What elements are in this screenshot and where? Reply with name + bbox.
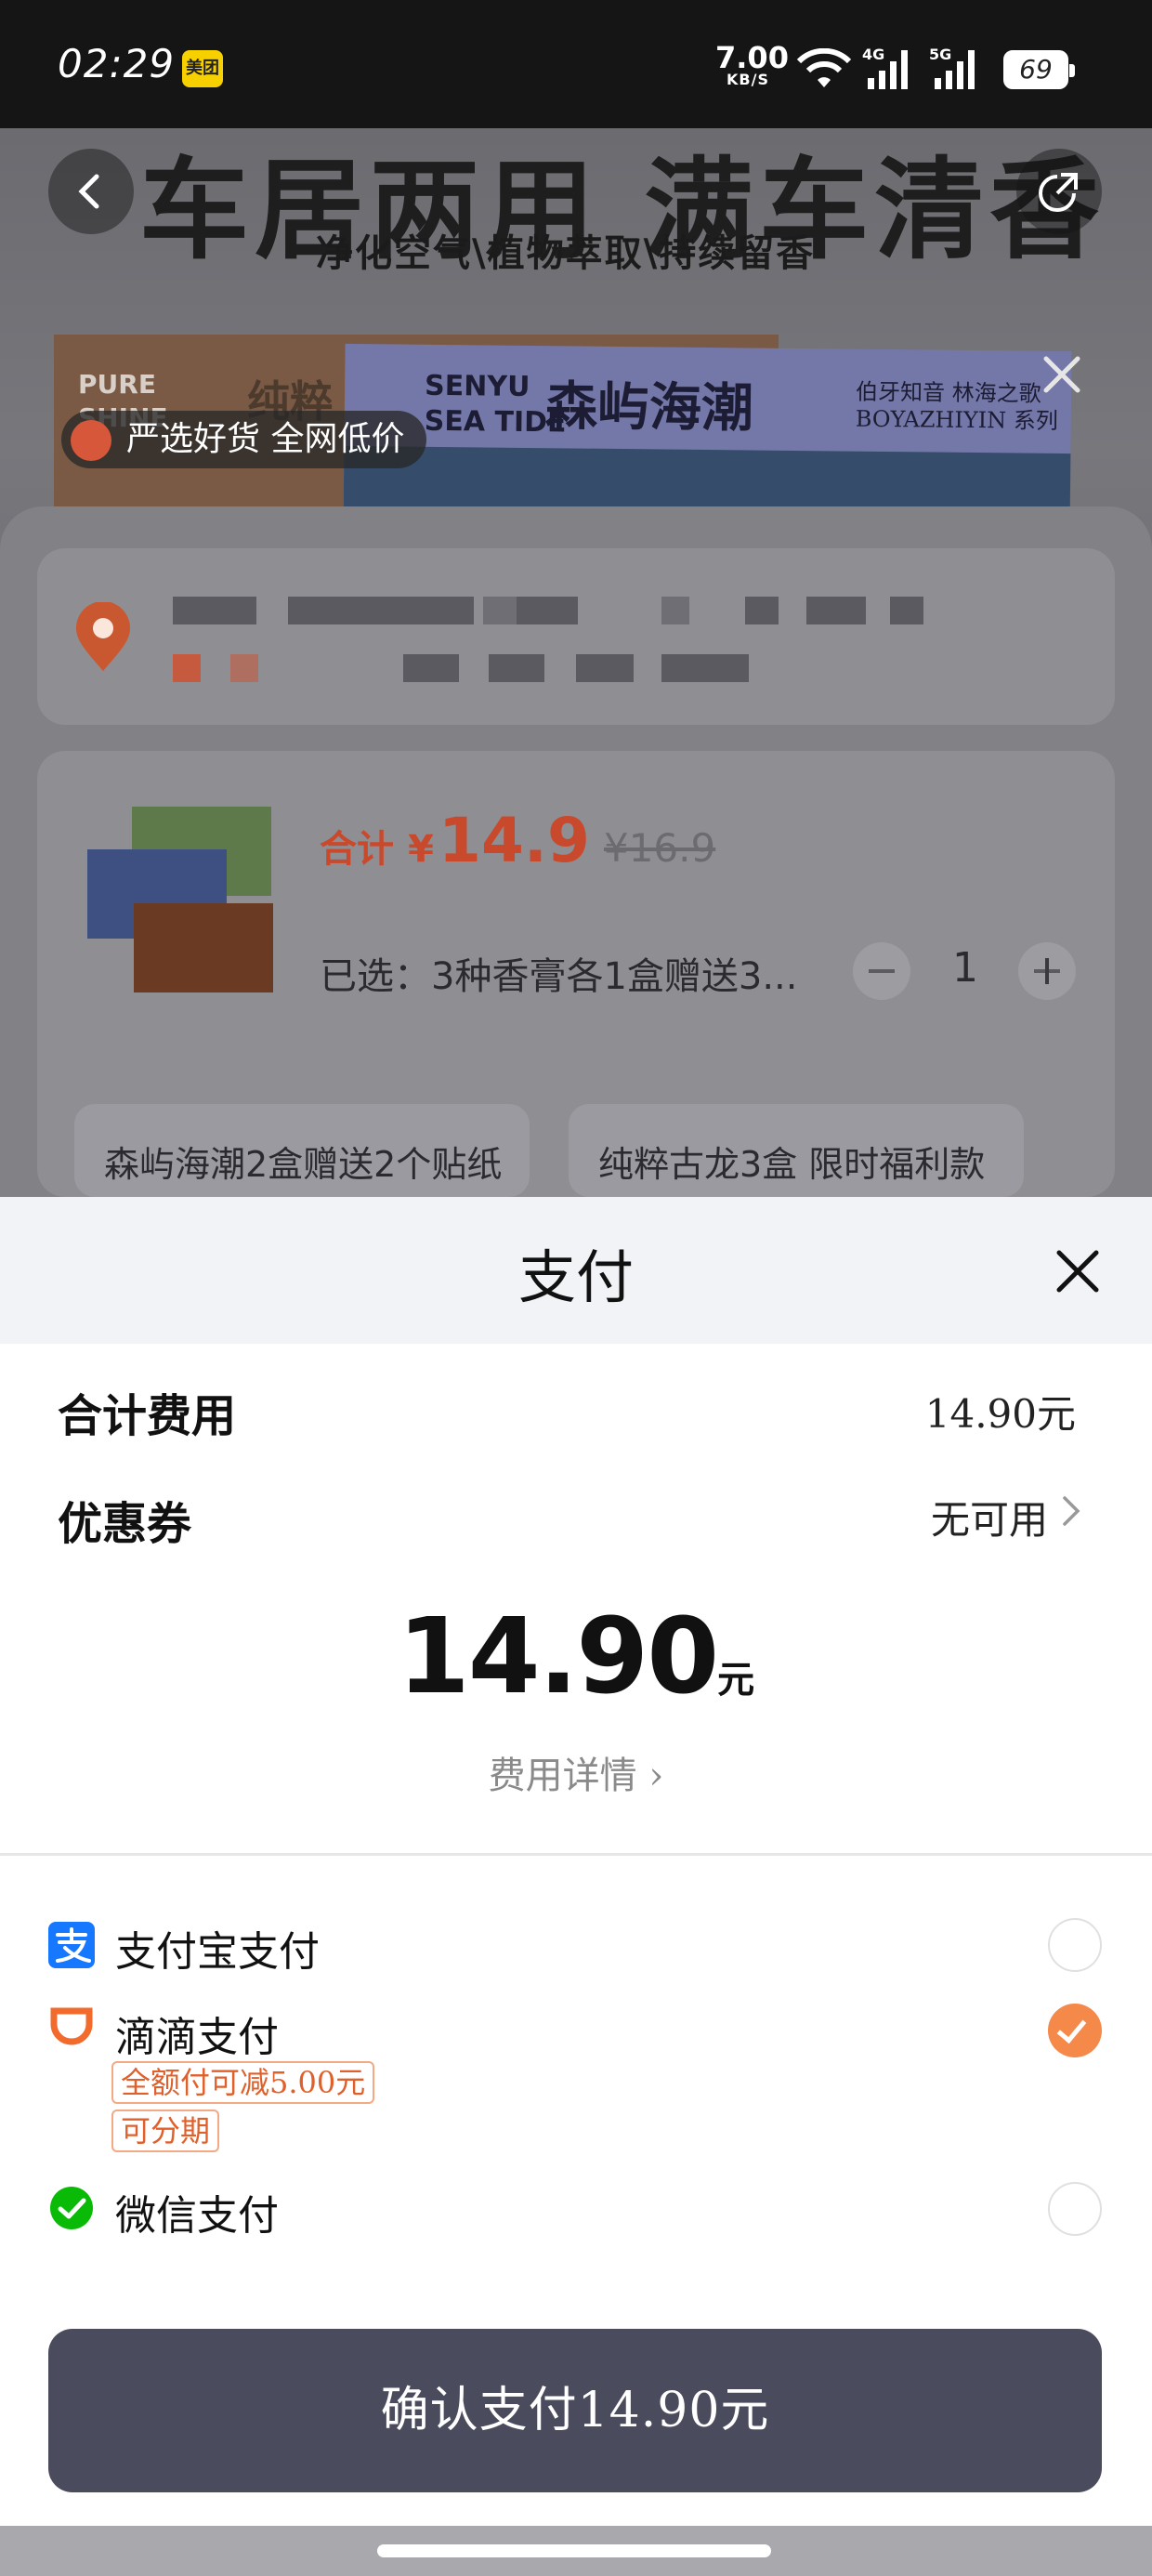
price-value: 14.9 (439, 805, 590, 876)
payment-title: 支付 (517, 1243, 634, 1311)
signal-5g-icon: 5G (929, 46, 975, 89)
address-redacted (661, 654, 749, 682)
battery-indicator: 69 (1003, 50, 1075, 89)
banner-subline: 净化空气\植物萃取\持续留香 (316, 231, 816, 275)
address-redacted (517, 597, 578, 624)
location-pin-icon (76, 602, 130, 671)
didi-icon (50, 2007, 93, 2045)
payment-amount-unit: 元 (717, 1658, 755, 1702)
total-fee-value: 14.90元 (924, 1391, 1076, 1437)
address-redacted (890, 597, 923, 624)
signal-5g-label: 5G (929, 46, 951, 63)
payment-sheet: 支付 合计费用 14.90元 优惠券 无可用 14.90元 费用详情 › 支付宝… (0, 1197, 1152, 2526)
alipay-icon (48, 1922, 95, 1968)
payment-header: 支付 (0, 1197, 1152, 1344)
gesture-bar (0, 2526, 1152, 2576)
quantity-decrease-button[interactable] (853, 942, 910, 1000)
address-redacted (576, 654, 634, 682)
price-currency: ¥ (408, 828, 434, 871)
address-redacted (661, 597, 689, 624)
promo-badge: 严选好货 全网低价 (61, 411, 427, 468)
share-icon (1039, 173, 1078, 212)
address-redacted (288, 597, 474, 624)
chevron-right-icon (1063, 1496, 1080, 1526)
meituan-app-icon: 美团 (182, 50, 223, 87)
original-price: ¥16.9 (603, 825, 716, 871)
didi-label[interactable]: 滴滴支付 (115, 2004, 279, 2063)
address-redacted (745, 597, 779, 624)
confirm-payment-button[interactable]: 确认支付14.90元 (48, 2329, 1102, 2492)
shield-check-icon (71, 420, 111, 461)
coupon-label: 优惠券 (58, 1498, 192, 1550)
network-speed-value: 7.00 (715, 40, 789, 75)
total-fee-label: 合计费用 (58, 1390, 237, 1442)
status-bar: 02:29 美团 7.00 KB/S 4G 5G 69 (0, 0, 1152, 128)
promo-text: 严选好货 全网低价 (126, 420, 405, 458)
wechat-radio[interactable] (1048, 2182, 1102, 2236)
payment-amount-value: 14.90 (397, 1597, 719, 1717)
close-icon[interactable] (1039, 351, 1085, 398)
quantity-increase-button[interactable] (1018, 942, 1076, 1000)
close-icon[interactable] (1052, 1245, 1104, 1297)
signal-4g-icon: 4G (862, 46, 908, 89)
product-thumbnail-box (134, 903, 273, 992)
product-box-senyu-cn: 森屿海潮 (544, 375, 754, 440)
network-speed: 7.00 KB/S (715, 40, 789, 87)
divider (0, 1853, 1152, 1856)
share-button[interactable] (1016, 149, 1102, 234)
address-redacted (806, 597, 866, 624)
address-redacted (173, 654, 201, 682)
back-button[interactable] (48, 149, 134, 234)
selected-variant[interactable]: 已选：3种香膏各1盒赠送3... (320, 946, 798, 1000)
home-indicator[interactable] (377, 2544, 771, 2557)
signal-4g-label: 4G (862, 46, 884, 63)
wifi-icon (796, 48, 852, 87)
product-box-brand: 伯牙知音 林海之歌 BOYAZHIYIN 系列 (855, 378, 1059, 434)
alipay-radio[interactable] (1048, 1918, 1102, 1972)
variant-option[interactable]: 纯粹古龙3盒 限时福利款 (569, 1104, 1024, 1197)
chevron-left-icon (78, 174, 99, 209)
status-time: 02:29 (58, 41, 176, 86)
address-redacted (403, 654, 459, 682)
address-redacted (173, 597, 256, 624)
fee-detail-link[interactable]: 费用详情 › (0, 1745, 1152, 1799)
variant-option[interactable]: 森屿海潮2盒赠送2个贴纸 (74, 1104, 530, 1197)
payment-amount: 14.90元 (0, 1597, 1152, 1717)
order-price: 合计 ¥ 14.9 ¥16.9 (320, 805, 715, 876)
price-label: 合计 (320, 828, 394, 871)
product-thumbnail (87, 807, 277, 992)
discount-tag: 全额付可减5.00元 (111, 2061, 375, 2104)
installment-tag: 可分期 (111, 2109, 220, 2152)
quantity-value: 1 (952, 944, 978, 992)
address-redacted (489, 654, 544, 682)
alipay-label[interactable]: 支付宝支付 (115, 1918, 320, 1978)
coupon-value[interactable]: 无可用 (931, 1489, 1048, 1545)
wechat-icon (50, 2187, 93, 2229)
address-redacted (230, 654, 258, 682)
wechat-label[interactable]: 微信支付 (115, 2182, 279, 2241)
didi-radio-checked[interactable] (1048, 2004, 1102, 2057)
address-card[interactable] (37, 548, 1115, 725)
